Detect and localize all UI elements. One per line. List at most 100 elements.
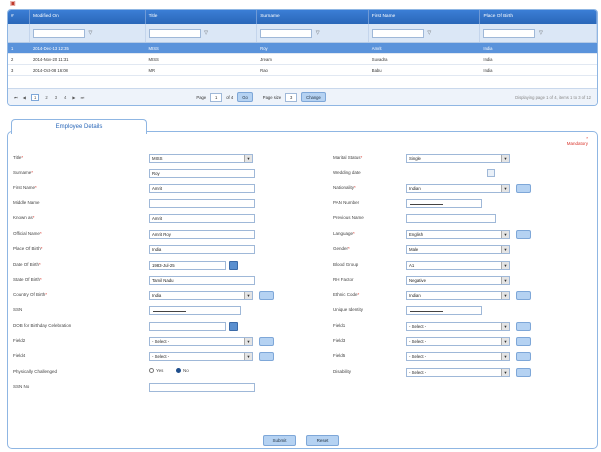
column-header-modified[interactable]: Modified On xyxy=(30,10,146,24)
grid-header: # Modified On Title Surname First Name P… xyxy=(8,10,597,24)
employee-form: * Mandatory xyxy=(7,131,598,449)
go-button[interactable]: Go xyxy=(237,92,253,102)
page-input[interactable]: 1 xyxy=(210,92,223,102)
field3-select[interactable]: - Select - ▼ xyxy=(406,337,510,346)
language-add-button[interactable] xyxy=(516,230,531,239)
radio-yes[interactable]: Yes xyxy=(149,368,163,373)
required-icon: * xyxy=(354,185,356,190)
previous-name-input[interactable] xyxy=(406,214,496,223)
official-name-label: Official Name* xyxy=(13,231,42,236)
field3-add-button[interactable] xyxy=(516,337,531,346)
column-header-title[interactable]: Title xyxy=(146,10,258,24)
page-link[interactable]: 2 xyxy=(44,95,48,100)
filter-input-title[interactable] xyxy=(148,28,201,38)
next-page-icon[interactable]: ▶ xyxy=(72,95,75,100)
date-of-birth-input[interactable]: 1983-Jul-25 xyxy=(149,261,226,270)
field2-add-button[interactable] xyxy=(259,337,274,346)
field4-add-button[interactable] xyxy=(259,352,274,361)
filter-input-first-name[interactable] xyxy=(371,28,424,38)
required-icon: * xyxy=(32,215,35,220)
field1-select[interactable]: - Select - ▼ xyxy=(406,322,510,331)
column-header-surname[interactable]: Surname xyxy=(257,10,369,24)
first-name-input[interactable]: Amrit xyxy=(149,184,255,193)
disability-add-button[interactable] xyxy=(516,368,531,377)
nationality-label: Nationality* xyxy=(333,185,356,190)
first-page-icon[interactable]: ⏮ xyxy=(14,95,18,100)
last-page-icon[interactable]: ⏭ xyxy=(81,95,85,100)
place-of-birth-input[interactable]: India xyxy=(149,245,255,254)
dob-celebration-input[interactable] xyxy=(149,322,226,331)
ethnic-code-select[interactable]: Indian ▼ xyxy=(406,291,510,300)
column-header-first-name[interactable]: First Name xyxy=(369,10,481,24)
page-label: Page xyxy=(196,94,207,100)
ethnic-code-add-button[interactable] xyxy=(516,291,531,300)
country-of-birth-add-button[interactable] xyxy=(259,291,274,300)
filter-icon[interactable]: ▽ xyxy=(537,29,544,37)
official-name-input[interactable]: Amrit Roy xyxy=(149,230,255,239)
table-row[interactable]: 2 2014-Nov-20 11:31 MISS Jream Suvadra I… xyxy=(8,54,597,65)
wedding-date-label: Wedding date xyxy=(333,170,361,175)
page-size-input[interactable]: 3 xyxy=(285,92,298,102)
middle-name-input[interactable] xyxy=(149,199,255,208)
required-icon: * xyxy=(353,231,355,236)
field4-label: Field4 xyxy=(13,353,26,358)
required-icon: * xyxy=(39,262,41,267)
column-header-place-of-birth[interactable]: Place Of Birth xyxy=(480,10,597,24)
page-link[interactable]: 4 xyxy=(63,95,67,100)
pan-number-label: PAN Number xyxy=(333,200,360,205)
calendar-icon[interactable] xyxy=(229,322,238,331)
filter-icon[interactable]: ▽ xyxy=(314,29,321,37)
prev-page-icon[interactable]: ◀ xyxy=(23,95,26,100)
filter-icon[interactable]: ▽ xyxy=(87,29,94,37)
pan-number-input[interactable] xyxy=(406,199,482,208)
filter-icon[interactable]: ▽ xyxy=(426,29,433,37)
disability-select[interactable]: - Select - ▼ xyxy=(406,368,510,377)
field1-add-button[interactable] xyxy=(516,322,531,331)
field5-add-button[interactable] xyxy=(516,352,531,361)
language-select[interactable]: English ▼ xyxy=(406,230,510,239)
title-select[interactable]: MISS ▼ xyxy=(149,154,253,163)
change-button[interactable]: Change xyxy=(301,92,326,102)
state-of-birth-input[interactable]: Tamil Nadu xyxy=(149,276,255,285)
filter-input-modified[interactable] xyxy=(32,28,85,38)
rh-factor-select[interactable]: Negative ▼ xyxy=(406,276,510,285)
submit-button[interactable]: Submit xyxy=(263,435,296,446)
nationality-select[interactable]: Indian ▼ xyxy=(406,184,510,193)
nationality-add-button[interactable] xyxy=(516,184,531,193)
calendar-icon[interactable] xyxy=(229,261,238,270)
page-link[interactable]: 1 xyxy=(31,93,40,101)
filter-input-place-of-birth[interactable] xyxy=(483,28,536,38)
tab-employee-details[interactable]: Employee Details xyxy=(11,119,147,134)
reset-button[interactable]: Reset xyxy=(306,435,339,446)
chevron-down-icon: ▼ xyxy=(244,338,252,345)
rh-factor-label: RH Factor xyxy=(333,277,354,282)
country-of-birth-select[interactable]: India ▼ xyxy=(149,291,253,300)
blood-group-select[interactable]: A1 ▼ xyxy=(406,261,510,270)
gender-select[interactable]: Male ▼ xyxy=(406,245,510,254)
field2-select[interactable]: - Select - ▼ xyxy=(149,337,253,346)
field5-label: Field5 xyxy=(333,353,346,358)
marital-status-select[interactable]: Single ▼ xyxy=(406,154,510,163)
field4-select[interactable]: - Select - ▼ xyxy=(149,352,253,361)
chevron-down-icon: ▼ xyxy=(244,292,252,299)
table-row[interactable]: 1 2014-Dec-13 12:35 MISS Roy Amrit India xyxy=(8,43,597,54)
column-header-num[interactable]: # xyxy=(8,10,30,24)
wedding-date-calendar-icon[interactable] xyxy=(487,169,495,177)
ssn-input[interactable] xyxy=(149,306,241,315)
marital-status-label: Marital Status* xyxy=(333,155,363,160)
pager: ⏮ ◀ 1 2 3 4 ▶ ⏭ Page 1 of 4 Go Page size… xyxy=(8,88,597,105)
table-row[interactable]: 3 2014-Oct-08 16:08 MR Rao Babu India xyxy=(8,65,597,76)
field5-select[interactable]: - Select - ▼ xyxy=(406,352,510,361)
required-icon: * xyxy=(348,246,350,251)
surname-input[interactable]: Roy xyxy=(149,169,255,178)
mandatory-note: * Mandatory xyxy=(566,136,588,146)
filter-input-surname[interactable] xyxy=(260,28,313,38)
filter-icon[interactable]: ▽ xyxy=(203,29,210,37)
known-as-input[interactable]: Amrit xyxy=(149,214,255,223)
page-link[interactable]: 3 xyxy=(54,95,58,100)
unique-identity-input[interactable] xyxy=(406,306,482,315)
ssn-no-input[interactable] xyxy=(149,383,255,392)
unique-identity-label: Unique Identity xyxy=(333,307,364,312)
radio-no[interactable]: No xyxy=(176,368,189,373)
radio-icon xyxy=(149,368,154,373)
